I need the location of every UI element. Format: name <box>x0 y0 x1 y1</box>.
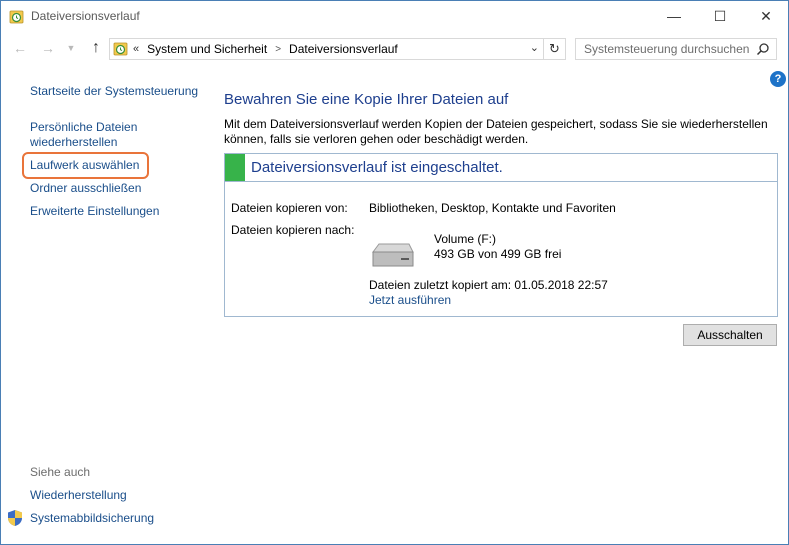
breadcrumb-separator-icon[interactable]: > <box>275 44 281 55</box>
status-title: Dateiversionsverlauf ist eingeschaltet. <box>251 159 503 176</box>
address-bar[interactable]: « System und Sicherheit > Dateiversionsv… <box>109 38 566 60</box>
status-header: Dateiversionsverlauf ist eingeschaltet. <box>225 154 777 182</box>
copy-from-value: Bibliotheken, Desktop, Kontakte und Favo… <box>369 201 616 215</box>
page-title: Bewahren Sie eine Kopie Ihrer Dateien au… <box>224 91 509 108</box>
refresh-icon[interactable]: ↻ <box>543 39 565 59</box>
sidebar-item-home[interactable]: Startseite der Systemsteuerung <box>30 84 198 99</box>
search-input[interactable] <box>584 42 752 56</box>
copy-from-label: Dateien kopieren von: <box>231 201 348 215</box>
title-bar: Dateiversionsverlauf — ☐ ✕ <box>1 1 788 32</box>
navigation-bar: ← → ▼ ↑ « System und Sicherheit > Dateiv… <box>1 34 788 64</box>
drive-icon <box>372 243 414 267</box>
sidebar-item-restore-files[interactable]: Persönliche Dateien wiederherstellen <box>30 120 150 150</box>
up-arrow-icon[interactable]: ↑ <box>87 39 105 57</box>
chevron-down-icon[interactable]: ⌄ <box>530 41 539 54</box>
minimize-button[interactable]: — <box>651 1 697 31</box>
run-now-link[interactable]: Jetzt ausführen <box>369 293 451 307</box>
file-history-icon <box>9 10 24 24</box>
last-copied-timestamp: Dateien zuletzt kopiert am: 01.05.2018 2… <box>369 278 608 292</box>
breadcrumb-overflow[interactable]: « <box>133 43 139 55</box>
close-button[interactable]: ✕ <box>743 1 789 31</box>
turn-off-button[interactable]: Ausschalten <box>683 324 777 346</box>
sidebar-item-recovery[interactable]: Wiederherstellung <box>30 488 127 503</box>
breadcrumb-file-history[interactable]: Dateiversionsverlauf <box>289 42 398 56</box>
shield-icon <box>8 510 22 526</box>
control-panel-icon <box>113 42 128 56</box>
sidebar-item-exclude-folders[interactable]: Ordner ausschließen <box>30 181 141 196</box>
search-icon[interactable] <box>756 42 770 56</box>
sidebar-item-advanced-settings[interactable]: Erweiterte Einstellungen <box>30 204 159 219</box>
page-description: Mit dem Dateiversionsverlauf werden Kopi… <box>224 117 768 146</box>
recent-locations-chevron-icon[interactable]: ▼ <box>62 39 80 57</box>
back-arrow-icon[interactable]: ← <box>11 39 29 57</box>
volume-name: Volume (F:) <box>434 232 497 246</box>
volume-free-space: 493 GB von 499 GB frei <box>434 247 562 261</box>
maximize-button[interactable]: ☐ <box>697 1 743 31</box>
sidebar-item-select-drive[interactable]: Laufwerk auswählen <box>30 158 139 173</box>
help-icon[interactable]: ? <box>770 71 786 87</box>
status-indicator <box>225 154 245 181</box>
file-history-window: Dateiversionsverlauf — ☐ ✕ ← → ▼ ↑ « Sys… <box>0 0 789 545</box>
forward-arrow-icon[interactable]: → <box>39 39 57 57</box>
window-title: Dateiversionsverlauf <box>31 9 140 23</box>
copy-to-label: Dateien kopieren nach: <box>231 223 355 237</box>
breadcrumb-system-security[interactable]: System und Sicherheit <box>147 42 267 56</box>
status-panel: Dateiversionsverlauf ist eingeschaltet. … <box>224 153 778 317</box>
search-box <box>575 38 777 60</box>
sidebar-item-system-image-backup[interactable]: Systemabbildsicherung <box>30 511 154 526</box>
see-also-heading: Siehe auch <box>30 465 91 479</box>
